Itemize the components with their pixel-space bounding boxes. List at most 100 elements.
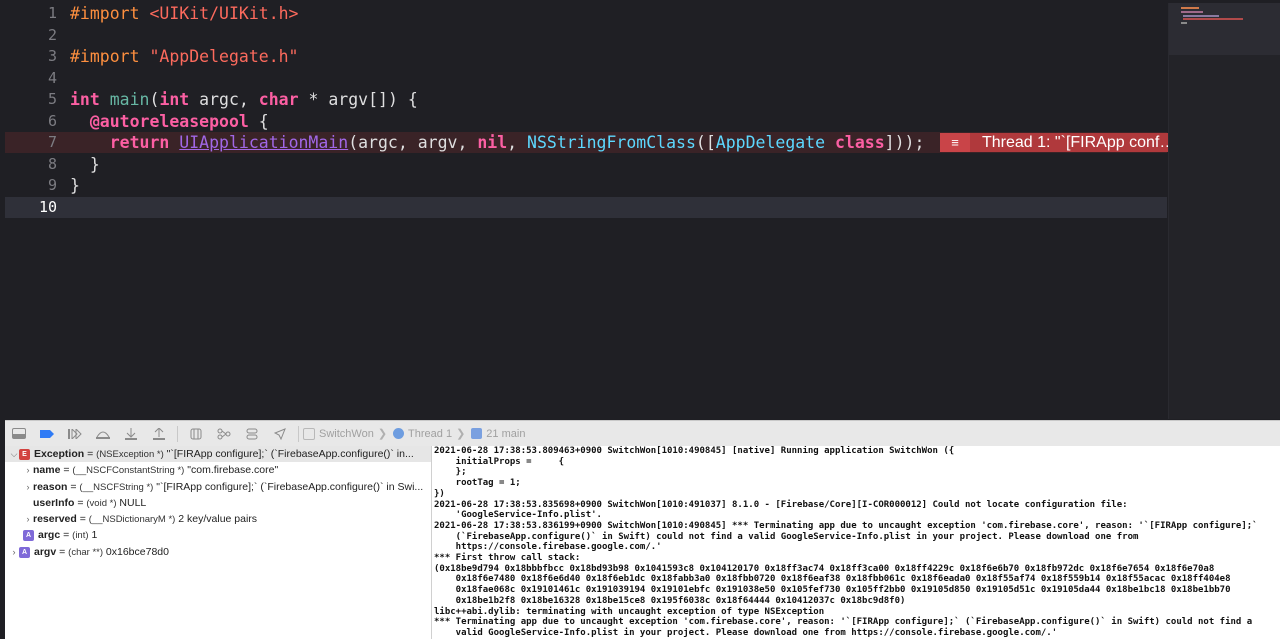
variable-type: (int) <box>72 530 89 542</box>
console-line: 2021-06-28 17:38:53.836199+0900 SwitchWo… <box>434 520 1258 531</box>
code-line-8: } <box>70 154 1170 176</box>
step-into-icon[interactable] <box>121 426 141 442</box>
breakpoints-toggle-icon[interactable] <box>37 426 57 442</box>
chevron-right-icon: ❯ <box>377 428 388 440</box>
step-out-icon[interactable] <box>149 426 169 442</box>
variable-row[interactable]: Aargc = (int) 1 <box>5 527 431 543</box>
memory-graph-icon[interactable] <box>214 426 234 442</box>
code-text: { <box>248 111 269 131</box>
keyword: nil <box>477 133 508 152</box>
view-debugger-icon[interactable] <box>186 426 206 442</box>
line-number-gutter: 1 2 3 4 5 6 7 8 9 10 <box>5 3 63 218</box>
variable-eq: = <box>60 464 73 477</box>
variables-view[interactable]: ⌵ E Exception = (NSException *) "`[FIRApp … <box>5 446 431 639</box>
line-number: 5 <box>47 90 57 108</box>
chevron-right-icon[interactable]: › <box>23 462 33 478</box>
line-number: 6 <box>47 111 57 130</box>
debug-toolbar: SwitchWon ❯ Thread 1 ❯ 21 main <box>5 420 1280 447</box>
console-output[interactable]: 2021-06-28 17:38:53.809463+0900 SwitchWo… <box>431 446 1280 639</box>
line-number: 3 <box>47 47 57 65</box>
console-line: https://console.firebase.google.com/.' <box>434 542 662 553</box>
code-punct: ( <box>149 90 160 109</box>
variable-value: 0x16bce78d0 <box>103 545 169 558</box>
import-path: <UIKit/UIKit.h> <box>149 4 299 23</box>
variable-value: "`[FIRApp configure];` (`FirebaseApp.con… <box>153 480 424 493</box>
variable-row[interactable]: ⌵ E Exception = (NSException *) "`[FIRApp … <box>5 446 431 463</box>
console-line: 0x18f6e7480 0x18f6e6d40 0x18f6eb1dc 0x18… <box>434 574 1231 585</box>
code-line-9: } <box>70 175 1170 197</box>
console-line: 0x18be1b2f8 0x18be16328 0x18be15ce8 0x19… <box>434 595 906 606</box>
console-line: valid GoogleService-Info.plist in your p… <box>434 627 1058 638</box>
app-icon <box>303 427 315 440</box>
variable-name: reason <box>33 480 68 493</box>
code-text: } <box>70 176 80 195</box>
variable-eq: = <box>56 545 69 558</box>
keyword: int <box>159 90 190 109</box>
simulate-location-icon[interactable] <box>270 426 290 442</box>
console-line: rootTag = 1; <box>434 478 521 489</box>
line-number: 9 <box>47 176 57 194</box>
variable-row[interactable]: userInfo = (void *) NULL <box>5 495 431 511</box>
minimap[interactable] <box>1168 3 1280 419</box>
breadcrumb-thread[interactable]: Thread 1 ❯ <box>393 427 465 440</box>
breadcrumb-app[interactable]: SwitchWon ❯ <box>303 427 387 440</box>
variable-eq: = <box>67 480 80 493</box>
console-line: 2021-06-28 17:38:53.835698+0900 SwitchWo… <box>434 499 1128 510</box>
chevron-right-icon[interactable]: › <box>9 544 19 560</box>
variable-row[interactable]: › reserved = (__NSDictionaryM *) 2 key/va… <box>5 511 431 527</box>
line-number: 2 <box>47 25 57 44</box>
console-line: initialProps = { <box>434 456 565 467</box>
minimap-line <box>1183 18 1243 20</box>
console-line: }; <box>434 467 467 478</box>
chevron-right-icon[interactable]: › <box>23 511 33 527</box>
variable-type: (__NSCFConstantString *) <box>72 465 185 477</box>
console-line: 2021-06-28 17:38:53.809463+0900 SwitchWo… <box>434 446 955 456</box>
variable-name: argv <box>34 545 57 558</box>
hide-debug-area-icon[interactable] <box>9 426 29 442</box>
breadcrumb-label: Thread 1 <box>408 427 453 440</box>
variable-row[interactable]: › reason = (__NSCFString *) "`[FIRApp con… <box>5 479 431 495</box>
line-number-current: 10 <box>38 197 57 216</box>
variable-row[interactable]: › name = (__NSCFConstantString *) "com.fi… <box>5 462 431 478</box>
step-over-icon[interactable] <box>93 426 113 442</box>
error-banner[interactable]: ≡ Thread 1: "`[FIRApp conf… <box>940 133 1168 152</box>
keyword: class <box>835 133 885 152</box>
variable-value: 2 key/value pairs <box>175 513 258 526</box>
breadcrumb-frame[interactable]: 21 main <box>471 428 525 440</box>
chevron-down-icon[interactable]: ⌵ <box>9 446 19 462</box>
variable-type: (void *) <box>86 497 117 509</box>
function-link[interactable]: UIApplicationMain <box>179 133 348 152</box>
line-number: 8 <box>47 154 57 173</box>
variable-row[interactable]: › Aargv = (char **) 0x16bce78d0 <box>5 544 431 560</box>
code-content[interactable]: #import <UIKit/UIKit.h> #import "AppDele… <box>70 3 1170 218</box>
chevron-right-icon: ❯ <box>456 428 466 440</box>
console-line: 'GoogleService-Info.plist'. <box>434 510 602 521</box>
console-line: (`FirebaseApp.configure()` in Swift) cou… <box>434 531 1139 542</box>
variable-type: (__NSCFString *) <box>79 481 154 493</box>
variable-eq: = <box>76 513 89 526</box>
line-number: 4 <box>47 68 57 87</box>
console-line: (0x18be9d794 0x18bbbfbcc 0x18bd93b98 0x1… <box>434 563 1215 574</box>
variable-name: Exception <box>34 448 85 460</box>
keyword: @autoreleasepool <box>89 111 249 131</box>
minimap-line <box>1181 7 1199 9</box>
chevron-right-icon[interactable]: › <box>23 479 33 495</box>
console-line: }) <box>434 488 445 499</box>
code-line-6: @autoreleasepool { <box>70 111 1170 133</box>
code-line-1: #import <UIKit/UIKit.h> <box>70 3 1170 25</box>
variable-type: (char **) <box>68 546 103 558</box>
minimap-line <box>1183 15 1219 17</box>
variable-name: argc <box>38 529 61 542</box>
import-path: "AppDelegate.h" <box>149 47 299 66</box>
code-text: * argv[]) { <box>298 90 418 109</box>
line-number: 1 <box>47 4 57 22</box>
continue-icon[interactable] <box>65 426 85 442</box>
code-line-3: #import "AppDelegate.h" <box>70 46 1170 68</box>
variable-name: reserved <box>33 513 77 526</box>
environment-overrides-icon[interactable] <box>242 426 262 442</box>
preprocessor-directive: #import <box>70 47 140 66</box>
code-editor[interactable]: 1 2 3 4 5 6 7 8 9 10 #import <UIKit/UIKi… <box>5 3 1280 419</box>
